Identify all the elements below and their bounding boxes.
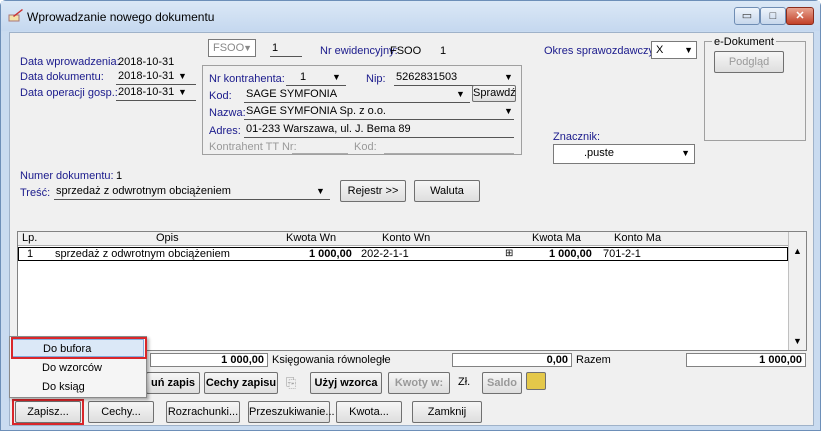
- ksieg-label: Księgowania równoległe: [272, 354, 391, 366]
- chevron-down-icon: ▼: [681, 148, 690, 158]
- kwoty-w-button[interactable]: Kwoty w:: [388, 372, 450, 394]
- tresc-label: Treść:: [20, 187, 51, 199]
- znacznik-label: Znacznik:: [553, 131, 601, 143]
- col-kwota-wn: Kwota Wn: [286, 232, 337, 244]
- chevron-down-icon[interactable]: ▼: [504, 72, 513, 82]
- chevron-down-icon[interactable]: ▼: [178, 87, 187, 97]
- scroll-up-icon[interactable]: ▲: [793, 246, 802, 256]
- kod2-field[interactable]: [384, 138, 514, 154]
- grid-header: Lp. Opis Kwota Wn Konto Wn Kwota Ma Kont…: [18, 232, 788, 246]
- calculator-icon[interactable]: [526, 372, 546, 390]
- pencil-document-icon: [8, 9, 23, 22]
- okres-label: Okres sprawozdawczy:: [544, 45, 658, 57]
- zamknij-button[interactable]: Zamknij: [412, 401, 482, 423]
- e-dokument-label: e-Dokument: [712, 36, 776, 48]
- entries-grid[interactable]: Lp. Opis Kwota Wn Konto Wn Kwota Ma Kont…: [17, 231, 807, 351]
- col-kwota-ma: Kwota Ma: [532, 232, 581, 244]
- tresc-field[interactable]: sprzedaż z odwrotnym obciążeniem: [54, 184, 330, 200]
- kod-field[interactable]: SAGE SYMFONIA: [244, 87, 470, 103]
- razem-label: Razem: [576, 354, 611, 366]
- chevron-down-icon: ▼: [684, 45, 693, 55]
- typ-dokumentu-combo[interactable]: FSOO ▼: [208, 39, 256, 57]
- cechy-zapisu-button[interactable]: Cechy zapisu: [204, 372, 278, 394]
- nr-ewid-num: 1: [440, 45, 447, 57]
- typ-value: FSOO: [213, 42, 245, 54]
- total-wn: 1 000,00: [150, 353, 268, 367]
- adres-field[interactable]: 01-233 Warszawa, ul. J. Bema 89: [244, 122, 514, 138]
- scroll-down-icon[interactable]: ▼: [793, 336, 802, 346]
- uzyj-wzorca-button[interactable]: Użyj wzorca: [310, 372, 382, 394]
- podglad-button[interactable]: Podgląd: [714, 51, 784, 73]
- typ-nr-field[interactable]: 1: [270, 41, 302, 57]
- lookup-icon[interactable]: ⊞: [505, 248, 513, 259]
- table-row[interactable]: 1 sprzedaż z odwrotnym obciążeniem 1 000…: [18, 247, 788, 261]
- col-konto-ma: Konto Ma: [614, 232, 662, 244]
- nr-kontrahenta-label: Nr kontrahenta:: [209, 73, 285, 85]
- menu-item-do-wzorcow[interactable]: Do wzorców: [12, 359, 144, 377]
- chevron-down-icon: ▼: [243, 43, 252, 53]
- nr-ewid-value: FSOO: [390, 45, 422, 57]
- kwota-button[interactable]: Kwota...: [336, 401, 402, 423]
- numer-label: Numer dokumentu:: [20, 170, 114, 182]
- chevron-down-icon[interactable]: ▼: [332, 72, 341, 82]
- numer-value: 1: [116, 170, 123, 182]
- total-ma: 0,00: [452, 353, 572, 367]
- col-lp: Lp.: [22, 232, 38, 244]
- kod2-label: Kod:: [354, 141, 377, 153]
- nr-ewid-label: Nr ewidencyjny:: [320, 45, 398, 57]
- minimize-button[interactable]: ▭: [734, 7, 760, 25]
- maximize-button[interactable]: □: [760, 7, 786, 25]
- row-konto-ma: 701-2-1: [603, 248, 641, 260]
- row-opis: sprzedaż z odwrotnym obciążeniem: [55, 248, 230, 260]
- copy-icon[interactable]: ⎘: [286, 375, 296, 391]
- znacznik-value: .puste: [584, 147, 614, 159]
- saldo-button[interactable]: Saldo: [482, 372, 522, 394]
- kontrahent-tt-label: Kontrahent TT Nr:: [209, 141, 297, 153]
- data-wprowadzenia-value: 2018-10-31: [118, 56, 175, 68]
- kontrahent-tt-field[interactable]: [292, 138, 348, 154]
- row-kwota-wn: 1 000,00: [309, 248, 352, 260]
- window-title: Wprowadzanie nowego dokumentu: [27, 10, 215, 24]
- waluta-button[interactable]: Waluta: [414, 180, 480, 202]
- okres-value: X: [656, 44, 664, 56]
- usun-zapis-button[interactable]: uń zapis: [146, 372, 200, 394]
- do-bufora-highlight: [11, 337, 147, 359]
- rozrachunki-button[interactable]: Rozrachunki...: [166, 401, 240, 423]
- adres-label: Adres:: [209, 125, 241, 137]
- chevron-down-icon[interactable]: ▼: [178, 71, 187, 81]
- grid-scrollbar[interactable]: ▲ ▼: [788, 232, 806, 350]
- sprawdz-button[interactable]: Sprawdź: [472, 85, 516, 102]
- znacznik-combo[interactable]: .puste ▼: [553, 144, 695, 164]
- chevron-down-icon[interactable]: ▼: [456, 89, 465, 99]
- data-wprowadzenia-label: Data wprowadzenia:: [20, 56, 120, 68]
- cechy-button[interactable]: Cechy...: [88, 401, 154, 423]
- data-operacji-label: Data operacji gosp.:: [20, 87, 118, 99]
- menu-item-do-ksiag[interactable]: Do ksiąg: [12, 378, 144, 396]
- data-dokumentu-label: Data dokumentu:: [20, 71, 104, 83]
- przeszukiwanie-button[interactable]: Przeszukiwanie...: [248, 401, 335, 423]
- row-lp: 1: [27, 248, 34, 260]
- row-konto-wn: 202-2-1-1: [361, 248, 409, 260]
- zapisz-highlight: [12, 399, 84, 425]
- col-konto-wn: Konto Wn: [382, 232, 431, 244]
- col-opis: Opis: [156, 232, 179, 244]
- main-window: Wprowadzanie nowego dokumentu ▭ □ ✕ Data…: [0, 0, 821, 431]
- nazwa-field[interactable]: SAGE SYMFONIA Sp. z o.o.: [244, 104, 514, 120]
- kod-label: Kod:: [209, 90, 232, 102]
- nip-field[interactable]: 5262831503: [394, 70, 514, 86]
- rejestr-button[interactable]: Rejestr >>: [340, 180, 406, 202]
- title-bar[interactable]: Wprowadzanie nowego dokumentu ▭ □ ✕: [1, 1, 820, 31]
- zl-label: Zł.: [458, 376, 471, 388]
- okres-combo[interactable]: X ▼: [651, 41, 697, 59]
- nip-label: Nip:: [366, 73, 386, 85]
- total-razem: 1 000,00: [686, 353, 806, 367]
- chevron-down-icon[interactable]: ▼: [316, 186, 325, 196]
- close-button[interactable]: ✕: [786, 7, 814, 25]
- nazwa-label: Nazwa:: [209, 107, 246, 119]
- row-kwota-ma: 1 000,00: [549, 248, 592, 260]
- chevron-down-icon[interactable]: ▼: [504, 106, 513, 116]
